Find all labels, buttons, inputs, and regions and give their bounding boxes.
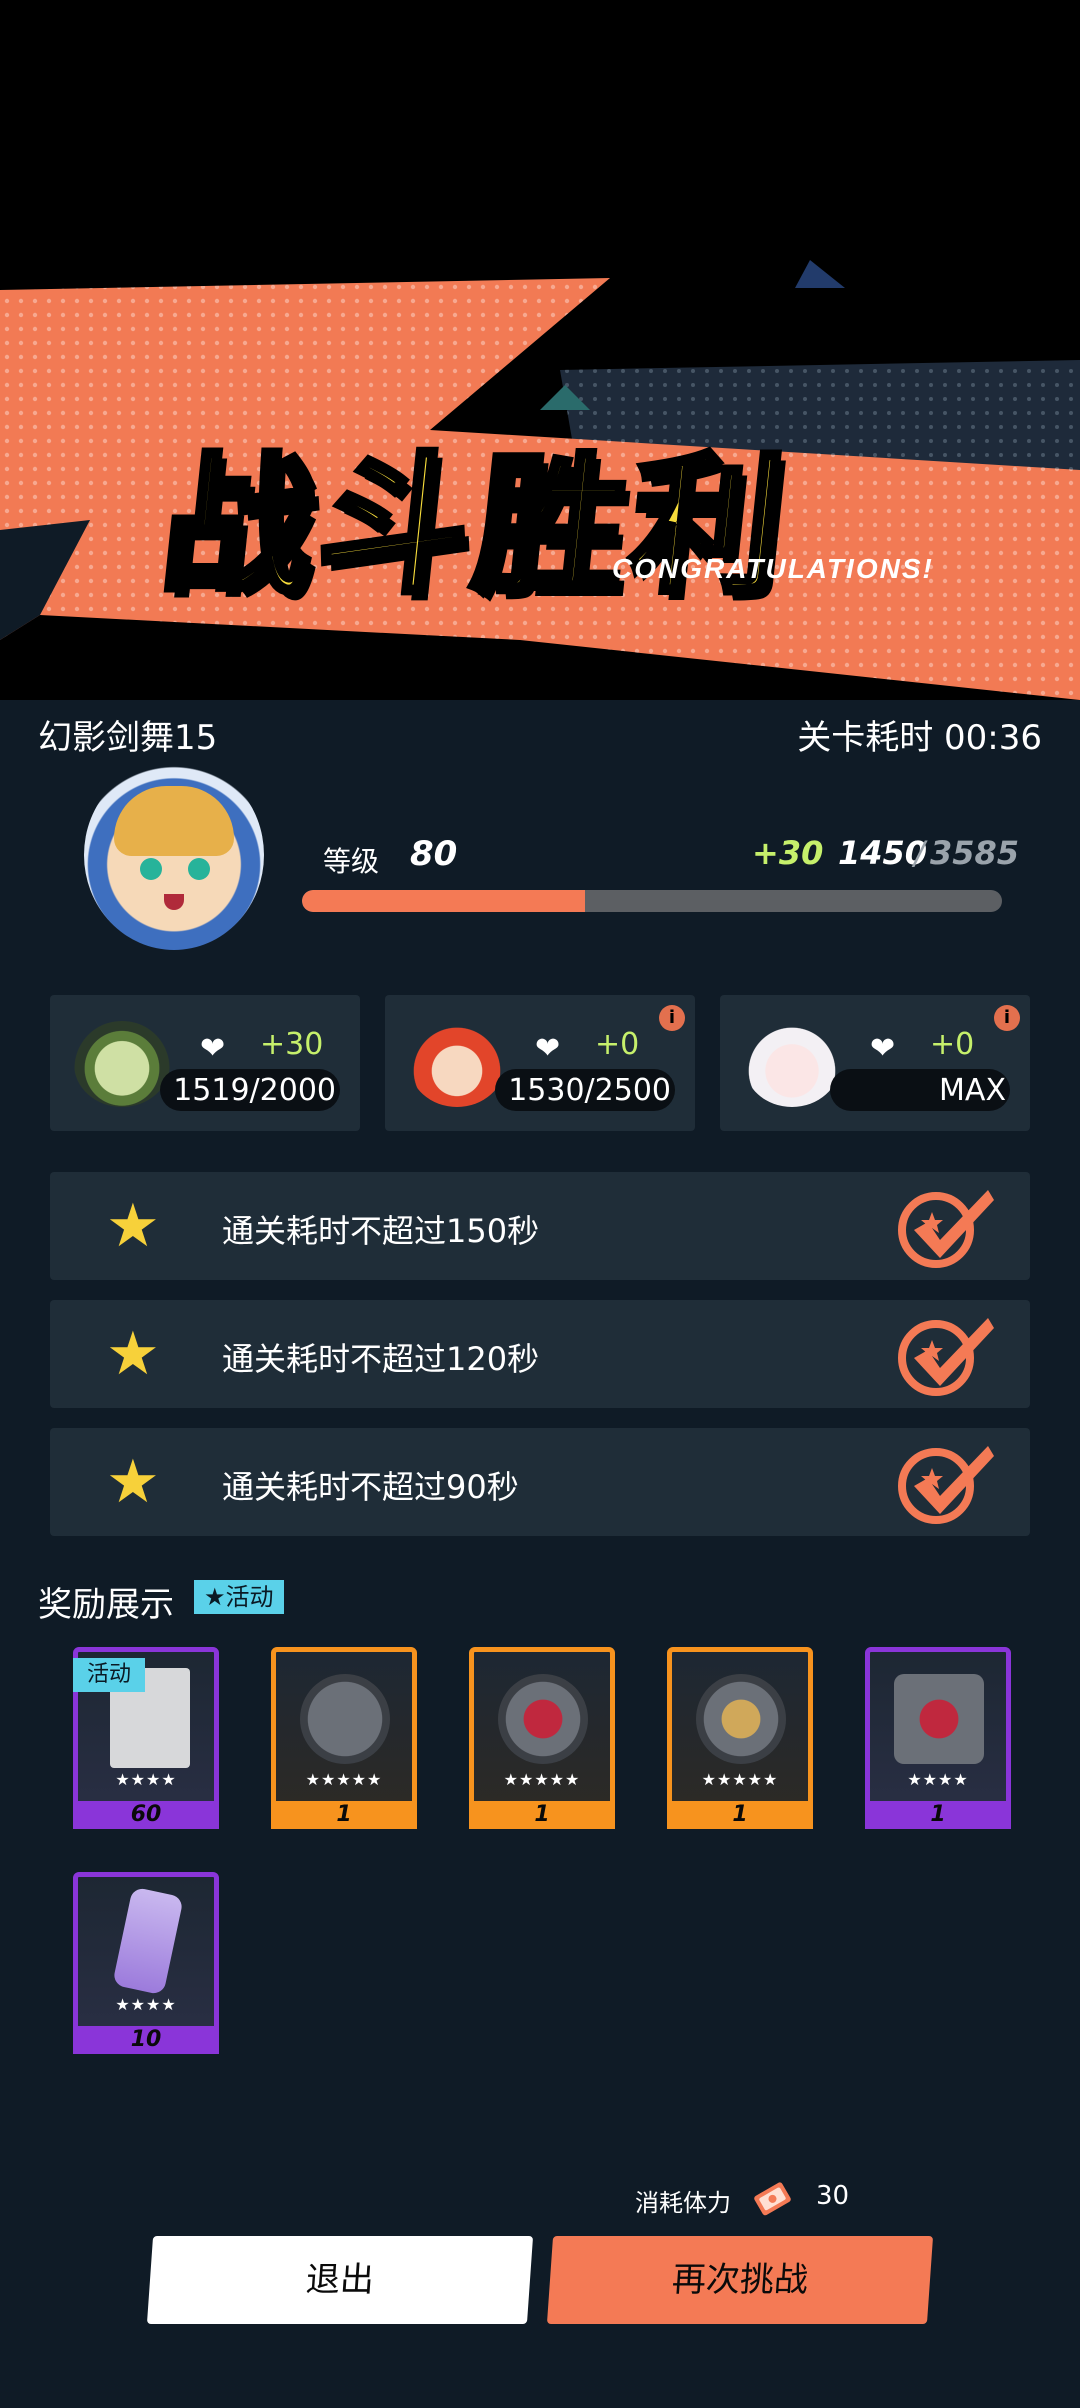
level-label: 等级 xyxy=(323,845,380,878)
favor-heart-icon: ❤ xyxy=(535,1031,561,1066)
stamina-cost-value: 30 xyxy=(816,2181,850,2211)
mace-icon xyxy=(696,1674,786,1764)
exp-max: 3585 xyxy=(930,834,1020,872)
reward-item-1[interactable]: 活动 ★★★★ 60 xyxy=(73,1647,219,1829)
favor-gain: +0 xyxy=(595,1027,640,1062)
goal-text: 通关耗时不超过90秒 xyxy=(222,1468,519,1506)
favor-count: MAX xyxy=(939,1073,1006,1108)
exit-button[interactable]: 退出 xyxy=(146,2236,534,2324)
character-portrait xyxy=(409,1021,505,1107)
stage-time: 关卡耗时 00:36 xyxy=(797,718,1042,758)
stage-name: 幻影剑舞15 xyxy=(38,718,218,758)
goal-row-3: ★ 通关耗时不超过90秒 xyxy=(50,1428,1030,1536)
exp-gain: +30 xyxy=(752,834,824,872)
victory-title: 战斗胜利 xyxy=(151,437,799,617)
exp-separator: / xyxy=(914,834,925,872)
avatar-hair xyxy=(114,786,234,856)
reward-item-6[interactable]: ★★★★ 10 xyxy=(73,1872,219,2054)
reward-section-title: 奖励展示 xyxy=(38,1585,174,1625)
rarity-stars: ★★★★★ xyxy=(503,1770,581,1789)
event-tag: ★活动 xyxy=(194,1580,284,1614)
favor-gain: +0 xyxy=(930,1027,975,1062)
avatar-eye xyxy=(188,858,210,880)
completed-check-icon xyxy=(898,1190,994,1268)
item-quantity: 60 xyxy=(73,1801,219,1829)
favor-heart-icon: ❤ xyxy=(870,1031,896,1066)
star-icon: ★ xyxy=(106,1191,160,1261)
retry-button[interactable]: 再次挑战 xyxy=(546,2236,934,2324)
avatar-mouth xyxy=(164,894,184,910)
level-value: 80 xyxy=(410,834,458,874)
item-quantity: 1 xyxy=(865,1801,1011,1829)
reward-item-2[interactable]: ★★★★★ 1 xyxy=(271,1647,417,1829)
reward-item-3[interactable]: ★★★★★ 1 xyxy=(469,1647,615,1829)
event-item-tag: 活动 xyxy=(73,1658,146,1692)
avatar-eye xyxy=(140,858,162,880)
rarity-stars: ★★★★★ xyxy=(305,1770,383,1789)
player-avatar[interactable] xyxy=(84,760,264,950)
goal-row-1: ★ 通关耗时不超过150秒 xyxy=(50,1172,1030,1280)
rarity-stars: ★★★★ xyxy=(907,1770,969,1789)
info-icon[interactable]: i xyxy=(994,1005,1020,1031)
star-icon: ★ xyxy=(106,1447,160,1517)
spray-can-icon xyxy=(112,1886,184,1996)
stamina-ticket-icon xyxy=(754,2182,791,2216)
item-quantity: 1 xyxy=(469,1801,615,1829)
item-quantity: 1 xyxy=(271,1801,417,1829)
rarity-stars: ★★★★ xyxy=(115,1995,177,2014)
congratulations-text: CONGRATULATIONS! xyxy=(612,553,934,584)
favor-gain: +30 xyxy=(260,1027,324,1062)
goal-text: 通关耗时不超过120秒 xyxy=(222,1340,540,1378)
exp-progress-bar xyxy=(302,890,1002,912)
favor-count: 1530/2500 xyxy=(508,1073,671,1108)
crossbow-icon xyxy=(300,1674,390,1764)
character-card-1[interactable]: ❤ +30 1519/2000 xyxy=(50,995,360,1131)
info-icon[interactable]: i xyxy=(659,1005,685,1031)
exp-progress-fill xyxy=(302,890,586,912)
favor-heart-icon: ❤ xyxy=(200,1031,226,1066)
red-glove-icon xyxy=(894,1674,984,1764)
character-card-2[interactable]: ❤ +0 1530/2500 i xyxy=(385,995,695,1131)
reward-item-4[interactable]: ★★★★★ 1 xyxy=(667,1647,813,1829)
rarity-stars: ★★★★★ xyxy=(701,1770,779,1789)
reward-item-5[interactable]: ★★★★ 1 xyxy=(865,1647,1011,1829)
character-card-3[interactable]: ❤ +0 MAX i xyxy=(720,995,1030,1131)
red-glove-icon xyxy=(498,1674,588,1764)
item-quantity: 10 xyxy=(73,2026,219,2054)
completed-check-icon xyxy=(898,1318,994,1396)
completed-check-icon xyxy=(898,1446,994,1524)
stamina-cost-label: 消耗体力 xyxy=(635,2189,731,2217)
rarity-stars: ★★★★ xyxy=(115,1770,177,1789)
character-portrait xyxy=(74,1021,170,1107)
star-icon: ★ xyxy=(106,1319,160,1389)
goal-row-2: ★ 通关耗时不超过120秒 xyxy=(50,1300,1030,1408)
character-portrait xyxy=(744,1021,840,1107)
item-quantity: 1 xyxy=(667,1801,813,1829)
goal-text: 通关耗时不超过150秒 xyxy=(222,1212,540,1250)
favor-count: 1519/2000 xyxy=(173,1073,336,1108)
